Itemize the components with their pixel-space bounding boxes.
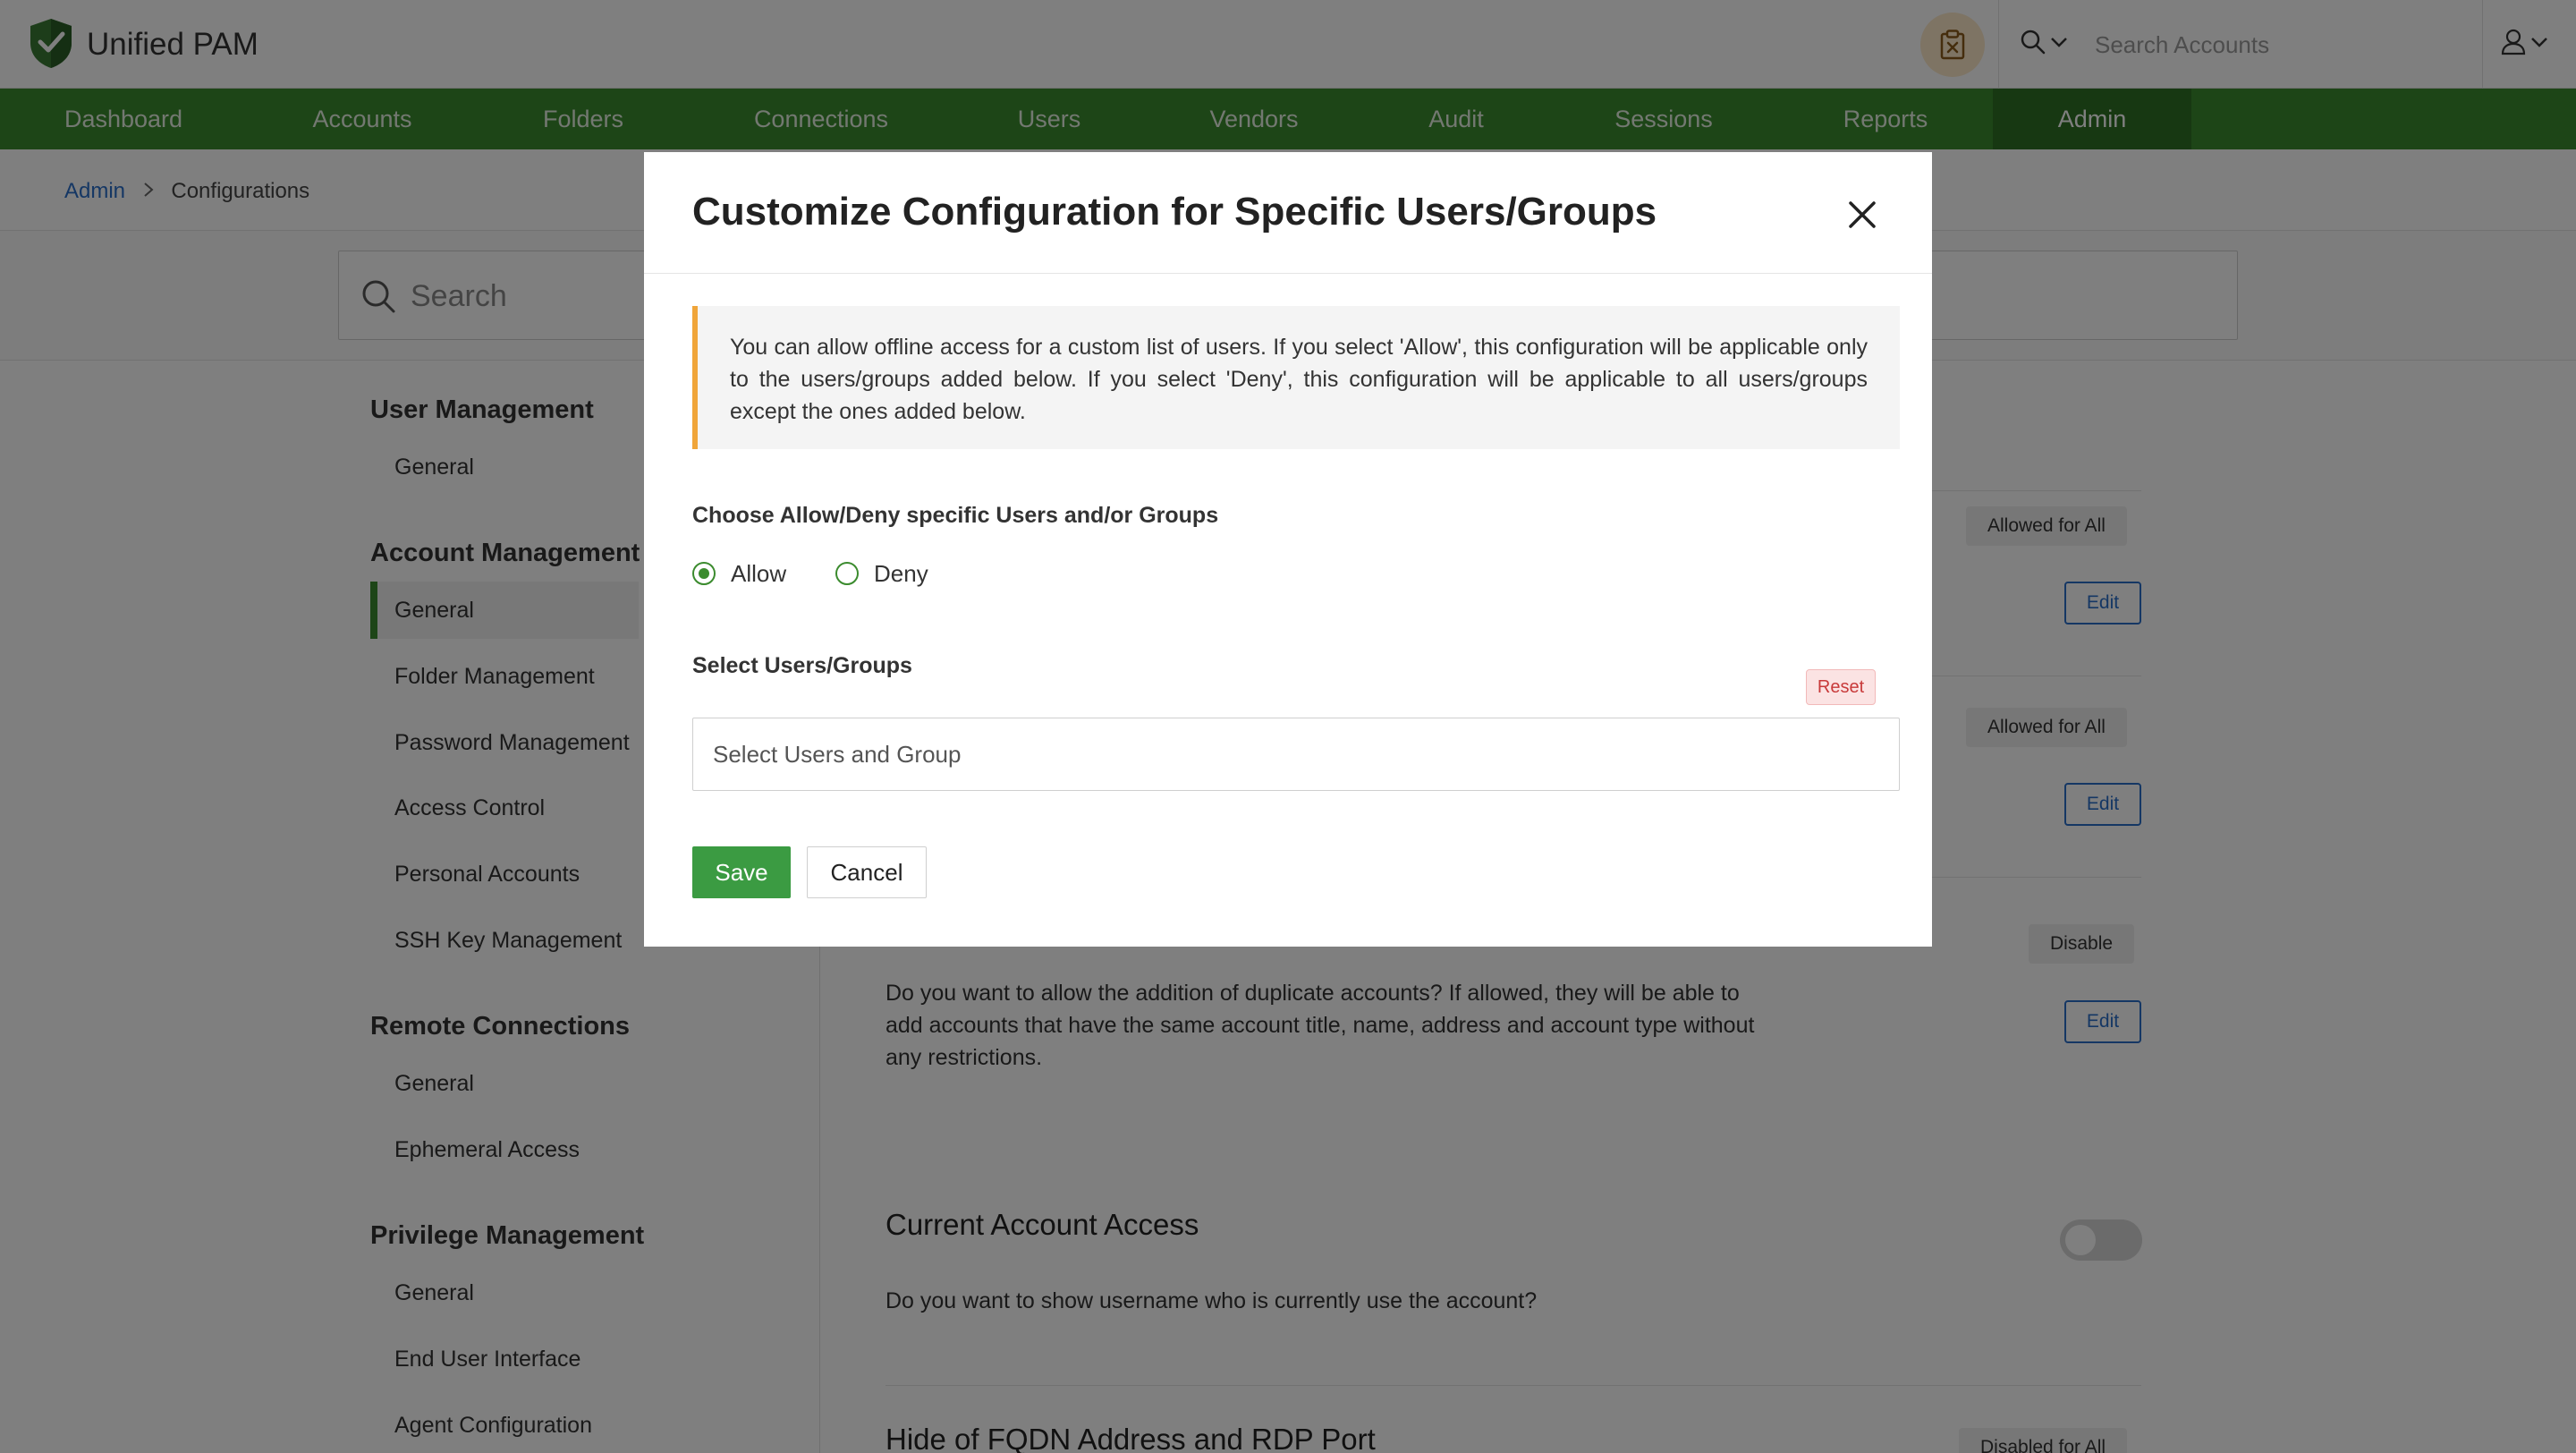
radio-circle xyxy=(692,562,716,585)
allow-deny-label: Choose Allow/Deny specific Users and/or … xyxy=(692,503,1219,528)
modal-title: Customize Configuration for Specific Use… xyxy=(692,190,1657,234)
customize-config-modal: Customize Configuration for Specific Use… xyxy=(644,152,1932,947)
radio-deny-label: Deny xyxy=(874,560,928,587)
close-icon[interactable] xyxy=(1846,199,1878,231)
select-users-label: Select Users/Groups xyxy=(692,653,912,678)
radio-circle xyxy=(835,562,859,585)
info-message: You can allow offline access for a custo… xyxy=(692,306,1900,449)
modal-divider xyxy=(644,273,1932,274)
radio-allow-label: Allow xyxy=(731,560,787,587)
cancel-button[interactable]: Cancel xyxy=(807,846,927,898)
radio-dot xyxy=(699,568,709,579)
reset-button[interactable]: Reset xyxy=(1806,669,1876,705)
save-button[interactable]: Save xyxy=(692,846,791,898)
users-groups-select[interactable]: Select Users and Group xyxy=(692,718,1900,791)
